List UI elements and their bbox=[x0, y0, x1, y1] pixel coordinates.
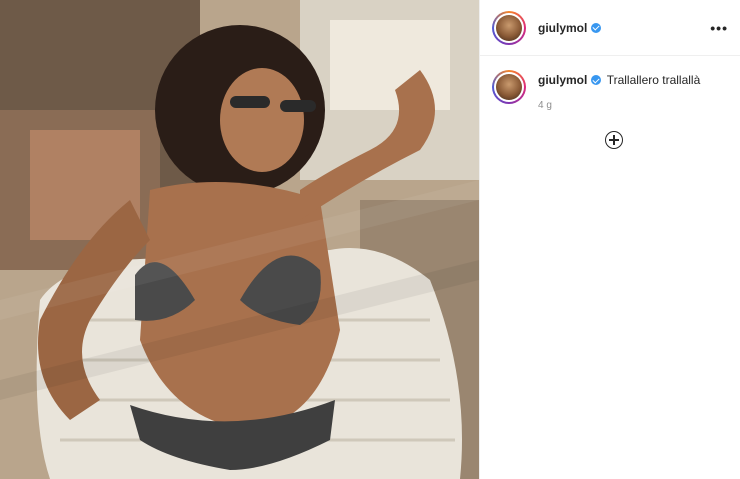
more-options-icon[interactable]: ••• bbox=[710, 20, 728, 36]
verified-badge-icon bbox=[591, 22, 602, 33]
post-photo[interactable] bbox=[0, 0, 479, 479]
post-details-panel: giulymol ••• giulymol Trallallero tralla… bbox=[479, 0, 740, 479]
caption-comment: giulymol Trallallero trallallà 4 g bbox=[480, 56, 740, 111]
caption-avatar[interactable] bbox=[492, 70, 526, 104]
avatar[interactable] bbox=[492, 10, 526, 45]
header-username[interactable]: giulymol bbox=[538, 21, 602, 35]
post-timestamp[interactable]: 4 g bbox=[538, 100, 700, 111]
post-header: giulymol ••• bbox=[480, 0, 740, 56]
plus-circle-icon[interactable] bbox=[605, 131, 623, 149]
caption-username[interactable]: giulymol bbox=[538, 73, 587, 87]
verified-badge-icon bbox=[591, 75, 602, 85]
caption-text: Trallallero trallallà bbox=[606, 73, 701, 87]
